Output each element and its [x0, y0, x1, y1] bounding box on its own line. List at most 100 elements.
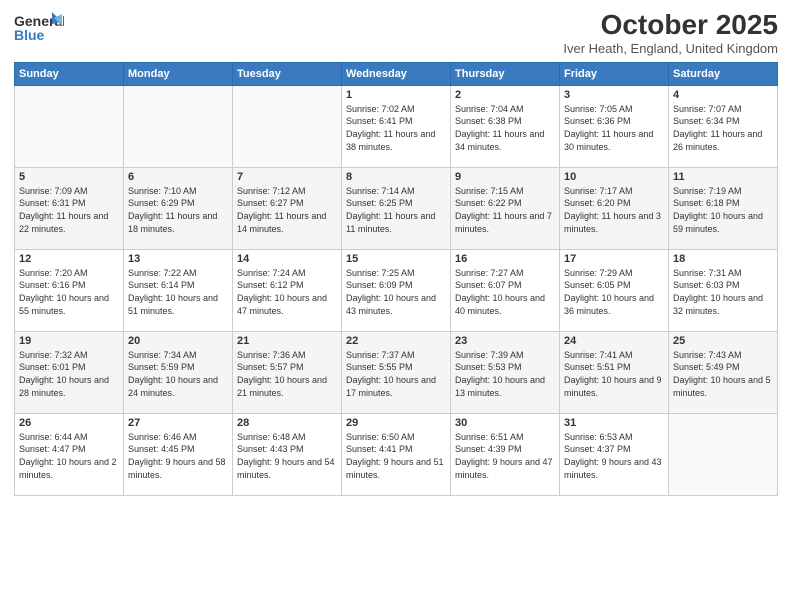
day-info: Sunrise: 7:24 AM Sunset: 6:12 PM Dayligh… [237, 267, 337, 317]
day-number: 5 [19, 171, 119, 183]
day-info: Sunrise: 7:07 AM Sunset: 6:34 PM Dayligh… [673, 103, 773, 153]
logo: GeneralBlue [14, 10, 64, 48]
day-number: 19 [19, 335, 119, 347]
calendar-cell: 7Sunrise: 7:12 AM Sunset: 6:27 PM Daylig… [233, 167, 342, 249]
calendar-cell: 8Sunrise: 7:14 AM Sunset: 6:25 PM Daylig… [342, 167, 451, 249]
header-wednesday: Wednesday [342, 62, 451, 85]
calendar-cell [124, 85, 233, 167]
week-row-3: 19 Sunrise: 7:32 AM Sunset: 6:01 PM Dayli… [15, 331, 778, 413]
day-number: 23 [455, 335, 555, 347]
day-info: Sunrise: 7:04 AM Sunset: 6:38 PM Dayligh… [455, 103, 555, 153]
day-number: 10 [564, 171, 664, 183]
day-info: Sunrise: 7:22 AM Sunset: 6:14 PM Dayligh… [128, 267, 228, 317]
day-number: 4 [673, 89, 773, 101]
day-info: Sunrise: 7:14 AM Sunset: 6:25 PM Dayligh… [346, 185, 446, 235]
header-row: Sunday Monday Tuesday Wednesday Thursday… [15, 62, 778, 85]
day-number: 27 [128, 417, 228, 429]
calendar-cell: 27Sunrise: 6:46 AM Sunset: 4:45 PM Dayli… [124, 413, 233, 495]
day-info: Sunrise: 7:12 AM Sunset: 6:27 PM Dayligh… [237, 185, 337, 235]
calendar-cell: 11Sunrise: 7:19 AM Sunset: 6:18 PM Dayli… [669, 167, 778, 249]
day-info: Sunrise: 7:17 AM Sunset: 6:20 PM Dayligh… [564, 185, 664, 235]
day-number: 18 [673, 253, 773, 265]
calendar-cell: 18Sunrise: 7:31 AM Sunset: 6:03 PM Dayli… [669, 249, 778, 331]
header-saturday: Saturday [669, 62, 778, 85]
day-info: Sunrise: 6:44 AM Sunset: 4:47 PM Dayligh… [19, 431, 119, 481]
day-number: 15 [346, 253, 446, 265]
day-number: 17 [564, 253, 664, 265]
day-info: Sunrise: 6:50 AM Sunset: 4:41 PM Dayligh… [346, 431, 446, 481]
day-info: Sunrise: 7:39 AM Sunset: 5:53 PM Dayligh… [455, 349, 555, 399]
day-number: 26 [19, 417, 119, 429]
day-info: Sunrise: 7:20 AM Sunset: 6:16 PM Dayligh… [19, 267, 119, 317]
day-info: Sunrise: 7:43 AM Sunset: 5:49 PM Dayligh… [673, 349, 773, 399]
calendar-cell: 12 Sunrise: 7:20 AM Sunset: 6:16 PM Dayli… [15, 249, 124, 331]
day-info: Sunrise: 7:05 AM Sunset: 6:36 PM Dayligh… [564, 103, 664, 153]
day-number: 3 [564, 89, 664, 101]
day-info: Sunrise: 7:34 AM Sunset: 5:59 PM Dayligh… [128, 349, 228, 399]
day-number: 30 [455, 417, 555, 429]
day-number: 21 [237, 335, 337, 347]
day-info: Sunrise: 7:19 AM Sunset: 6:18 PM Dayligh… [673, 185, 773, 235]
day-number: 1 [346, 89, 446, 101]
calendar-header: Sunday Monday Tuesday Wednesday Thursday… [15, 62, 778, 85]
day-number: 22 [346, 335, 446, 347]
location: Iver Heath, England, United Kingdom [563, 41, 778, 56]
day-number: 24 [564, 335, 664, 347]
week-row-4: 26 Sunrise: 6:44 AM Sunset: 4:47 PM Dayli… [15, 413, 778, 495]
month-title: October 2025 [563, 10, 778, 41]
day-number: 14 [237, 253, 337, 265]
header-tuesday: Tuesday [233, 62, 342, 85]
calendar-cell: 1 Sunrise: 7:02 AM Sunset: 6:41 PM Daylig… [342, 85, 451, 167]
day-info: Sunrise: 7:41 AM Sunset: 5:51 PM Dayligh… [564, 349, 664, 399]
calendar-cell: 13Sunrise: 7:22 AM Sunset: 6:14 PM Dayli… [124, 249, 233, 331]
day-number: 28 [237, 417, 337, 429]
calendar-cell: 28 Sunrise: 6:48 AM Sunset: 4:43 PM Dayli… [233, 413, 342, 495]
calendar-cell: 2 Sunrise: 7:04 AM Sunset: 6:38 PM Daylig… [451, 85, 560, 167]
calendar-cell: 10 Sunrise: 7:17 AM Sunset: 6:20 PM Dayli… [560, 167, 669, 249]
day-number: 29 [346, 417, 446, 429]
day-info: Sunrise: 7:10 AM Sunset: 6:29 PM Dayligh… [128, 185, 228, 235]
calendar-cell: 26 Sunrise: 6:44 AM Sunset: 4:47 PM Dayli… [15, 413, 124, 495]
week-row-1: 5 Sunrise: 7:09 AM Sunset: 6:31 PM Daylig… [15, 167, 778, 249]
day-number: 2 [455, 89, 555, 101]
calendar-cell: 5 Sunrise: 7:09 AM Sunset: 6:31 PM Daylig… [15, 167, 124, 249]
calendar-cell: 15Sunrise: 7:25 AM Sunset: 6:09 PM Dayli… [342, 249, 451, 331]
calendar-cell: 14 Sunrise: 7:24 AM Sunset: 6:12 PM Dayli… [233, 249, 342, 331]
title-block: October 2025 Iver Heath, England, United… [563, 10, 778, 56]
calendar-body: 1 Sunrise: 7:02 AM Sunset: 6:41 PM Daylig… [15, 85, 778, 495]
calendar-cell [233, 85, 342, 167]
calendar-cell: 22Sunrise: 7:37 AM Sunset: 5:55 PM Dayli… [342, 331, 451, 413]
day-info: Sunrise: 7:27 AM Sunset: 6:07 PM Dayligh… [455, 267, 555, 317]
day-number: 25 [673, 335, 773, 347]
calendar-cell: 17 Sunrise: 7:29 AM Sunset: 6:05 PM Dayli… [560, 249, 669, 331]
calendar-cell: 29 Sunrise: 6:50 AM Sunset: 4:41 PM Dayli… [342, 413, 451, 495]
day-info: Sunrise: 7:32 AM Sunset: 6:01 PM Dayligh… [19, 349, 119, 399]
header-sunday: Sunday [15, 62, 124, 85]
day-info: Sunrise: 6:53 AM Sunset: 4:37 PM Dayligh… [564, 431, 664, 481]
day-info: Sunrise: 7:15 AM Sunset: 6:22 PM Dayligh… [455, 185, 555, 235]
calendar-table: Sunday Monday Tuesday Wednesday Thursday… [14, 62, 778, 496]
calendar-cell: 4 Sunrise: 7:07 AM Sunset: 6:34 PM Daylig… [669, 85, 778, 167]
calendar-cell: 31 Sunrise: 6:53 AM Sunset: 4:37 PM Dayli… [560, 413, 669, 495]
day-info: Sunrise: 7:09 AM Sunset: 6:31 PM Dayligh… [19, 185, 119, 235]
day-info: Sunrise: 7:36 AM Sunset: 5:57 PM Dayligh… [237, 349, 337, 399]
calendar-cell: 24 Sunrise: 7:41 AM Sunset: 5:51 PM Dayli… [560, 331, 669, 413]
day-number: 16 [455, 253, 555, 265]
header-monday: Monday [124, 62, 233, 85]
header-friday: Friday [560, 62, 669, 85]
calendar-cell: 19 Sunrise: 7:32 AM Sunset: 6:01 PM Dayli… [15, 331, 124, 413]
day-number: 31 [564, 417, 664, 429]
calendar-cell: 25 Sunrise: 7:43 AM Sunset: 5:49 PM Dayli… [669, 331, 778, 413]
day-info: Sunrise: 6:51 AM Sunset: 4:39 PM Dayligh… [455, 431, 555, 481]
day-info: Sunrise: 7:02 AM Sunset: 6:41 PM Dayligh… [346, 103, 446, 153]
day-info: Sunrise: 7:29 AM Sunset: 6:05 PM Dayligh… [564, 267, 664, 317]
day-info: Sunrise: 6:48 AM Sunset: 4:43 PM Dayligh… [237, 431, 337, 481]
calendar-cell [669, 413, 778, 495]
svg-text:Blue: Blue [14, 27, 45, 43]
week-row-0: 1 Sunrise: 7:02 AM Sunset: 6:41 PM Daylig… [15, 85, 778, 167]
header: GeneralBlue October 2025 Iver Heath, Eng… [14, 10, 778, 56]
calendar-cell: 30 Sunrise: 6:51 AM Sunset: 4:39 PM Dayli… [451, 413, 560, 495]
day-number: 12 [19, 253, 119, 265]
day-number: 20 [128, 335, 228, 347]
logo-svg: GeneralBlue [14, 10, 64, 48]
